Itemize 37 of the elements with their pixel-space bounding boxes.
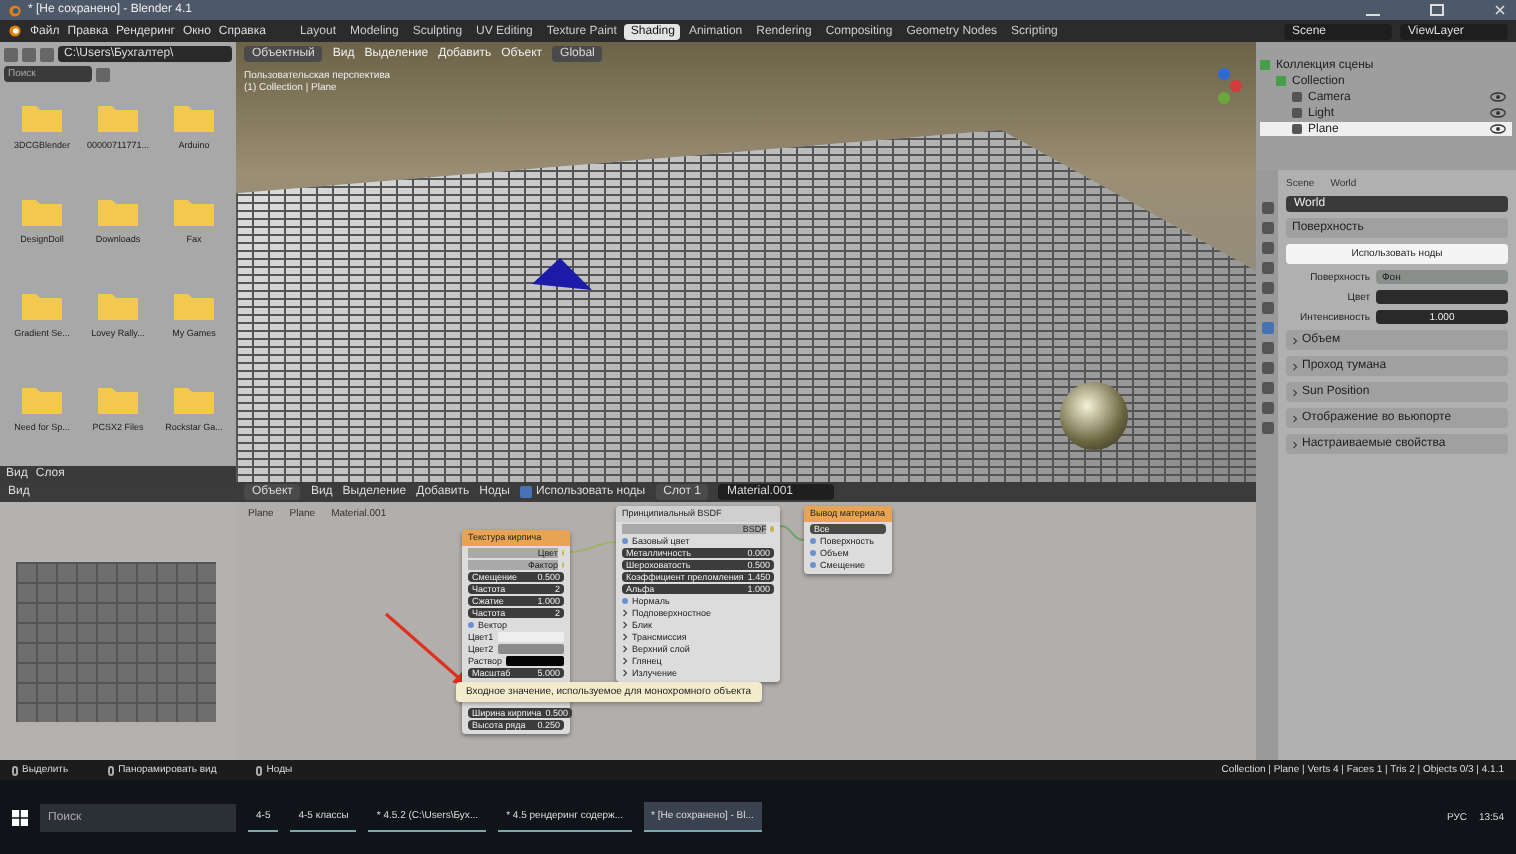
chevron-icon[interactable] [1292,413,1298,423]
maximize-icon[interactable] [1430,4,1444,16]
socket-icon[interactable] [622,537,628,543]
color-swatch[interactable] [497,631,564,641]
socket-icon[interactable] [468,621,474,627]
chevron-icon[interactable] [1292,335,1298,345]
folder-icon[interactable] [174,196,214,226]
eye-icon[interactable] [1490,108,1506,118]
folder-icon[interactable] [174,384,214,414]
chevron-icon[interactable] [1292,361,1298,371]
folder-icon[interactable] [98,384,138,414]
eye-icon[interactable] [1490,92,1506,102]
color-field[interactable] [1376,290,1508,304]
socket-icon[interactable] [622,597,628,603]
folder-icon[interactable] [22,290,62,320]
cone-object [532,258,592,290]
folder-icon[interactable] [22,102,62,132]
color-swatch[interactable] [506,655,564,665]
eye-icon[interactable] [1490,124,1506,134]
folder-icon[interactable] [174,290,214,320]
folder-icon[interactable] [98,102,138,132]
chevron-icon[interactable] [1292,387,1298,397]
node-link [779,525,805,541]
mouse-icon [12,765,18,775]
node-link [569,541,617,553]
folder-icon[interactable] [98,290,138,320]
color-swatch[interactable] [497,643,564,653]
checkbox[interactable] [519,486,532,498]
mouse-icon [256,765,263,775]
close-icon[interactable] [1494,4,1508,16]
mouse-icon [108,765,115,775]
folder-icon[interactable] [22,384,62,414]
windows-logo-icon[interactable] [12,809,28,825]
folder-icon[interactable] [98,196,138,226]
folder-icon[interactable] [22,196,62,226]
chevron-icon[interactable] [1292,439,1298,449]
folder-icon[interactable] [174,102,214,132]
